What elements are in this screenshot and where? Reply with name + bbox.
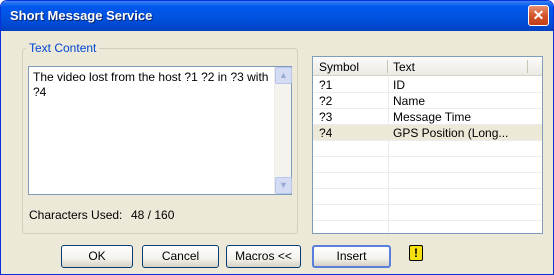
column-divider[interactable] (527, 60, 528, 73)
dialog-window: Short Message Service ✕ Text Content The… (0, 0, 554, 275)
characters-used-value: 48 / 160 (131, 208, 175, 222)
text-cell: Name (393, 94, 426, 108)
chevron-up-icon: ▲ (279, 70, 288, 80)
text-cell: ID (393, 78, 405, 92)
text-cell: GPS Position (Long... (393, 126, 509, 140)
symbol-table[interactable]: Symbol Text ?1 ID ?2 Name ?3 Message Tim… (312, 56, 543, 234)
table-row[interactable]: ?2 Name (313, 93, 542, 109)
insert-button[interactable]: Insert (312, 245, 391, 268)
column-header-symbol[interactable]: Symbol (319, 60, 359, 74)
warning-icon[interactable]: ! (409, 245, 423, 261)
symbol-cell: ?3 (319, 110, 333, 124)
table-row-empty (313, 141, 542, 157)
table-row-empty (313, 189, 542, 205)
text-cell: Message Time (393, 110, 472, 124)
table-row-empty (313, 173, 542, 189)
message-text: The video lost from the host ?1 ?2 in ?3… (33, 70, 269, 99)
table-body: ?1 ID ?2 Name ?3 Message Time ?4 GPS Pos… (313, 77, 542, 221)
symbol-cell: ?2 (319, 94, 333, 108)
table-row-selected[interactable]: ?4 GPS Position (Long... (313, 125, 542, 141)
characters-used-label: Characters Used: (29, 208, 123, 222)
close-button[interactable]: ✕ (528, 5, 549, 26)
cancel-button[interactable]: Cancel (142, 245, 219, 268)
text-content-legend: Text Content (26, 41, 100, 55)
table-row[interactable]: ?3 Message Time (313, 109, 542, 125)
column-divider[interactable] (387, 60, 388, 73)
close-icon: ✕ (532, 7, 545, 23)
title-bar[interactable]: Short Message Service ✕ (1, 1, 553, 31)
chevron-down-icon: ▼ (279, 180, 288, 190)
scroll-down-button[interactable]: ▼ (275, 177, 292, 194)
column-header-text[interactable]: Text (393, 60, 415, 74)
ok-button[interactable]: OK (61, 245, 133, 268)
symbol-cell: ?4 (319, 126, 333, 140)
symbol-cell: ?1 (319, 78, 333, 92)
table-header: Symbol Text (313, 57, 542, 76)
table-row-empty (313, 157, 542, 173)
table-row[interactable]: ?1 ID (313, 77, 542, 93)
window-title: Short Message Service (10, 8, 153, 23)
macros-button[interactable]: Macros << (226, 245, 301, 268)
scroll-up-button[interactable]: ▲ (275, 67, 292, 84)
vertical-scrollbar[interactable]: ▲ ▼ (274, 67, 292, 194)
message-textarea[interactable]: The video lost from the host ?1 ?2 in ?3… (28, 66, 292, 195)
table-row-empty (313, 205, 542, 221)
